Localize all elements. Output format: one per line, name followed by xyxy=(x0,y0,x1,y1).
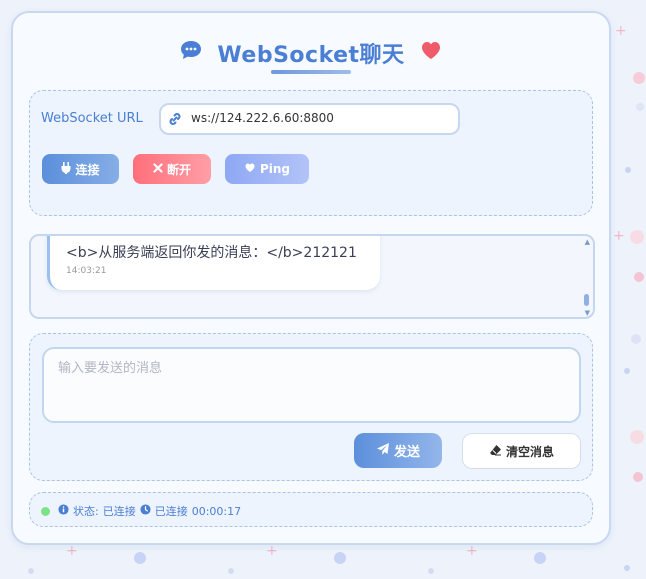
bg-dot xyxy=(634,272,644,282)
message-input[interactable]: 输入要发送的消息 xyxy=(42,347,581,423)
status-label: 状态: xyxy=(73,505,99,518)
bg-sparkle: + xyxy=(266,543,278,559)
bg-dot xyxy=(334,552,346,564)
bg-dot xyxy=(624,565,630,571)
message-placeholder: 输入要发送的消息 xyxy=(58,361,163,376)
url-input[interactable]: ws://124.222.6.60:8800 xyxy=(159,103,460,135)
clear-messages-button[interactable]: 清空消息 xyxy=(462,433,581,469)
connect-button[interactable]: 连接 xyxy=(42,154,119,184)
disconnect-button[interactable]: 断开 xyxy=(133,154,211,184)
bg-dot xyxy=(624,368,630,374)
bg-dot xyxy=(633,72,645,84)
send-label: 发送 xyxy=(393,445,420,460)
bg-dot xyxy=(428,568,434,574)
online-indicator xyxy=(41,506,50,516)
bg-dot xyxy=(631,334,641,344)
disconnect-label: 断开 xyxy=(166,162,191,177)
link-icon xyxy=(167,111,183,131)
send-button[interactable]: 发送 xyxy=(354,433,442,468)
bg-dot xyxy=(134,552,146,564)
bg-dot xyxy=(633,472,643,482)
scrollbar-thumb[interactable] xyxy=(584,294,589,306)
url-value: ws://124.222.6.60:8800 xyxy=(191,111,334,125)
bg-dot xyxy=(625,167,631,173)
connection-duration: 00:00:17 xyxy=(191,504,242,518)
scroll-down-arrow-icon[interactable]: ▼ xyxy=(585,309,590,317)
bg-sparkle: + xyxy=(66,543,78,559)
title-underline xyxy=(271,70,351,74)
clear-label: 清空消息 xyxy=(505,444,554,459)
paper-plane-icon xyxy=(376,442,390,460)
ping-button[interactable]: Ping xyxy=(225,154,309,184)
bg-dot xyxy=(630,430,644,444)
heart-icon xyxy=(419,39,443,67)
bg-dot xyxy=(534,552,546,564)
bg-dot xyxy=(28,568,34,574)
app-title-text: WebSocket聊天 xyxy=(217,43,405,68)
message-time: 14:03:21 xyxy=(66,266,107,276)
close-icon xyxy=(153,162,163,176)
chat-card: WebSocket聊天 WebSocket URL ws://124.222.6… xyxy=(11,11,611,545)
heart-icon xyxy=(244,162,256,176)
bg-sparkle: + xyxy=(615,23,627,39)
duration-state: 已连接 xyxy=(154,505,188,518)
eraser-icon xyxy=(489,444,502,459)
connect-label: 连接 xyxy=(75,162,100,177)
info-icon xyxy=(58,504,69,518)
message-list[interactable]: <b>从服务端返回你发的消息：</b>212121 14:03:21 ▲ ▼ xyxy=(29,234,595,319)
bg-dot xyxy=(636,103,644,111)
status-state: 已连接 xyxy=(102,505,136,518)
bg-sparkle: + xyxy=(613,228,625,244)
bg-dot xyxy=(228,568,234,574)
message-text: <b>从服务端返回你发的消息：</b>212121 xyxy=(66,245,357,261)
chat-bubble-icon xyxy=(179,39,203,67)
clock-icon xyxy=(140,504,151,518)
bg-sparkle: + xyxy=(466,543,478,559)
app-title: WebSocket聊天 xyxy=(13,37,609,69)
bg-dot xyxy=(630,230,644,244)
message-bubble: <b>从服务端返回你发的消息：</b>212121 14:03:21 xyxy=(47,236,380,290)
url-label: WebSocket URL xyxy=(41,111,143,126)
ping-label: Ping xyxy=(259,162,291,176)
status-bar: 状态: 已连接 已连接 00:00:17 xyxy=(41,503,241,519)
scroll-up-arrow-icon[interactable]: ▲ xyxy=(585,238,590,246)
plug-icon xyxy=(61,161,71,177)
